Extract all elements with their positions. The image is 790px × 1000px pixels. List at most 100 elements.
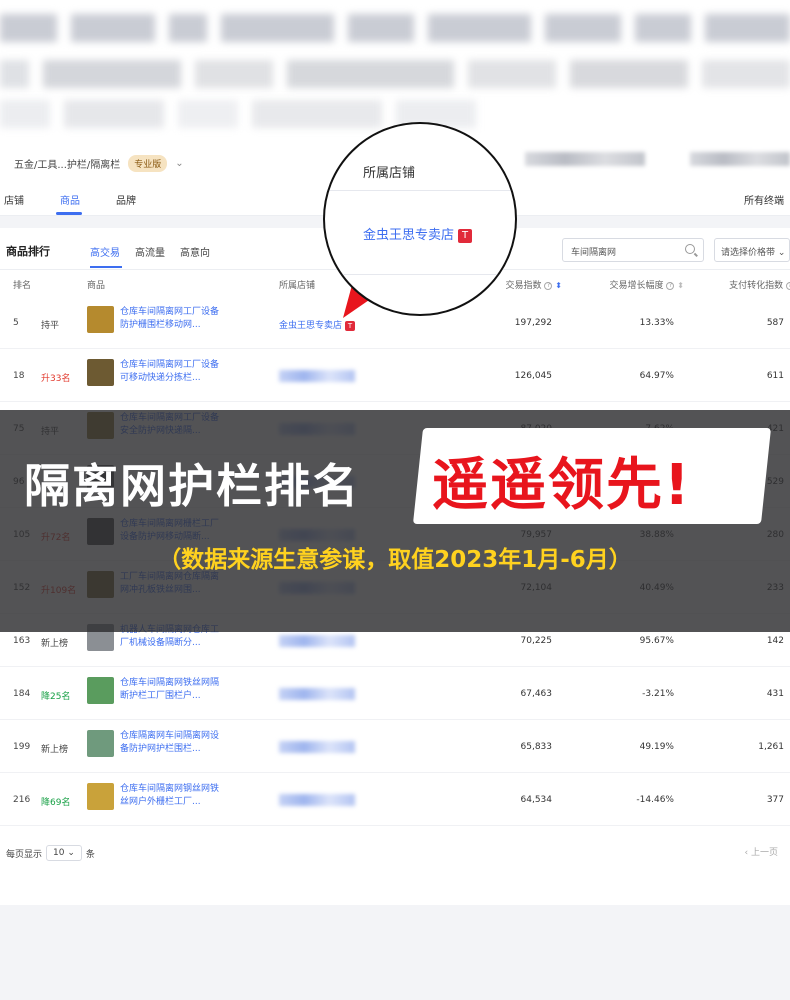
header-growth-label: 交易增长幅度 [609,281,664,291]
blurred-info-right [690,152,790,166]
rank-change-cell: 新上榜 [41,639,69,649]
breadcrumb: 五金/工具...护栏/隔离栏 专业版 ⌄ [14,155,184,172]
blur-row-3 [0,100,790,128]
tab-products[interactable]: 商品 [60,192,80,207]
divider [325,274,515,275]
product-name-link[interactable]: 仓库车间隔离网工厂设备可移动快递分拣栏... [120,359,220,385]
trade-index-cell: 197,292 [514,318,552,328]
tab-high-trade[interactable]: 高交易 [90,244,120,259]
banner-highlight: 遥遥领先! [432,453,692,518]
page-size-value: 10 [53,848,65,858]
page-size-select[interactable]: 10 ⌄ [46,845,82,861]
conversion-cell: 431 [766,689,784,699]
growth-cell: -3.21% [642,689,674,699]
header-conversion-label: 支付转化指数 [729,281,784,291]
product-thumbnail[interactable] [87,359,114,386]
magnifier-header: 所属店铺 [363,166,416,181]
rank-cell: 216 [13,795,31,805]
tab-shops[interactable]: 店铺 [4,192,24,207]
header-conversion[interactable]: 支付转化指数 ? [729,278,790,291]
banner-source-note: （数据来源生意参谋，取值2023年1月-6月） [158,547,632,573]
price-band-select[interactable]: 请选择价格带 ⌄ [714,238,790,262]
shop-name: 金虫王思专卖店 [279,321,343,331]
table-row[interactable]: 18 升33名 仓库车间隔离网工厂设备可移动快递分拣栏... 126,045 64.97… [0,349,790,402]
magnifier-shop-name: 金虫王思专卖店 [363,228,455,243]
rank-cell: 5 [13,318,19,328]
rank-change-cell: 降25名 [41,692,71,702]
chevron-down-icon[interactable]: ⌄ [175,158,183,169]
magnifier-shop-link[interactable]: 金虫王思专卖店 T [363,224,473,243]
chevron-down-icon: ⌄ [777,248,786,258]
header-trade-index[interactable]: 交易指数 ? ⬍ [506,278,562,291]
trade-index-cell: 65,833 [520,742,553,752]
blurred-info-left [525,152,645,166]
rank-cell: 184 [13,689,31,699]
table-row[interactable]: 184 降25名 仓库车间隔离网铁丝网隔断护栏工厂围栏户... 67,463 -3.21… [0,667,790,720]
growth-cell: -14.46% [636,795,674,805]
help-icon[interactable]: ? [544,281,553,290]
conversion-cell: 1,261 [758,742,784,752]
product-name-link[interactable]: 仓库隔离网车间隔离网设备防护网护栏围栏... [120,730,220,756]
blurred-shop-name [279,635,355,647]
section-tab-indicator [90,266,122,268]
trade-index-cell: 64,534 [520,795,553,805]
header-shop: 所属店铺 [279,281,316,291]
active-tab-indicator [56,212,82,215]
search-value: 车间隔离网 [571,248,617,258]
rank-change-cell: 降69名 [41,798,71,808]
shop-link[interactable]: 金虫王思专卖店 T [279,318,356,331]
sort-icon[interactable]: ⬍ [677,281,684,290]
product-thumbnail[interactable] [87,730,114,757]
tmall-badge-icon: T [458,228,473,243]
trade-index-cell: 126,045 [514,371,552,381]
divider [325,190,515,191]
category-path[interactable]: 五金/工具...护栏/隔离栏 [14,156,120,171]
terminal-filter[interactable]: 所有终端 [744,192,784,207]
help-icon[interactable]: ? [786,281,790,290]
product-name-link[interactable]: 仓库车间隔离网钢丝网铁丝网户外栅栏工厂... [120,783,220,809]
per-page-label: 每页显示 [6,849,43,860]
product-thumbnail[interactable] [87,783,114,810]
conversion-cell: 142 [766,636,784,646]
tab-high-intent[interactable]: 高意向 [180,244,210,259]
growth-cell: 49.19% [639,742,674,752]
trade-index-cell: 67,463 [520,689,553,699]
edition-badge: 专业版 [128,155,168,172]
product-name-link[interactable]: 仓库车间隔离网铁丝网隔断护栏工厂围栏户... [120,677,220,703]
blurred-shop-name [279,688,355,700]
rank-change-cell: 升33名 [41,374,71,384]
conversion-cell: 587 [766,318,784,328]
per-page-unit: 条 [85,849,95,860]
blurred-header [0,0,790,140]
table-row[interactable]: 199 新上榜 仓库隔离网车间隔离网设备防护网护栏围栏... 65,833 49.19%… [0,720,790,773]
trade-index-cell: 70,225 [520,636,553,646]
search-input[interactable]: 车间隔离网 [562,238,704,262]
rank-change-cell: 新上榜 [41,745,69,755]
product-thumbnail[interactable] [87,306,114,333]
product-thumbnail[interactable] [87,677,114,704]
search-icon[interactable] [685,244,695,254]
sort-icon[interactable]: ⬍ [555,281,562,290]
blurred-shop-name [279,794,355,806]
tab-high-traffic[interactable]: 高流量 [135,244,165,259]
conversion-cell: 611 [766,371,784,381]
header-growth[interactable]: 交易增长幅度 ? ⬍ [610,278,684,291]
select-value: 请选择价格带 [721,248,776,258]
product-name-link[interactable]: 仓库车间隔离网工厂设备防护栅围栏移动网... [120,306,220,332]
growth-cell: 13.33% [639,318,674,328]
blur-row-2 [0,60,790,88]
prev-page-button[interactable]: ‹ 上一页 [745,845,778,858]
help-icon[interactable]: ? [666,281,675,290]
rank-change-cell: 持平 [41,321,60,331]
tab-brands[interactable]: 品牌 [116,192,136,207]
tmall-badge-icon: T [345,320,356,331]
blurred-shop-name [279,741,355,753]
growth-cell: 64.97% [639,371,674,381]
rank-cell: 199 [13,742,31,752]
section-title: 商品排行 [6,245,50,258]
magnifier-callout: 所属店铺 金虫王思专卖店 T [323,122,517,316]
header-trade-index-label: 交易指数 [505,281,542,291]
header-product: 商品 [87,281,106,291]
table-row[interactable]: 216 降69名 仓库车间隔离网钢丝网铁丝网户外栅栏工厂... 64,534 -14.4… [0,773,790,826]
header-rank: 排名 [13,281,32,291]
